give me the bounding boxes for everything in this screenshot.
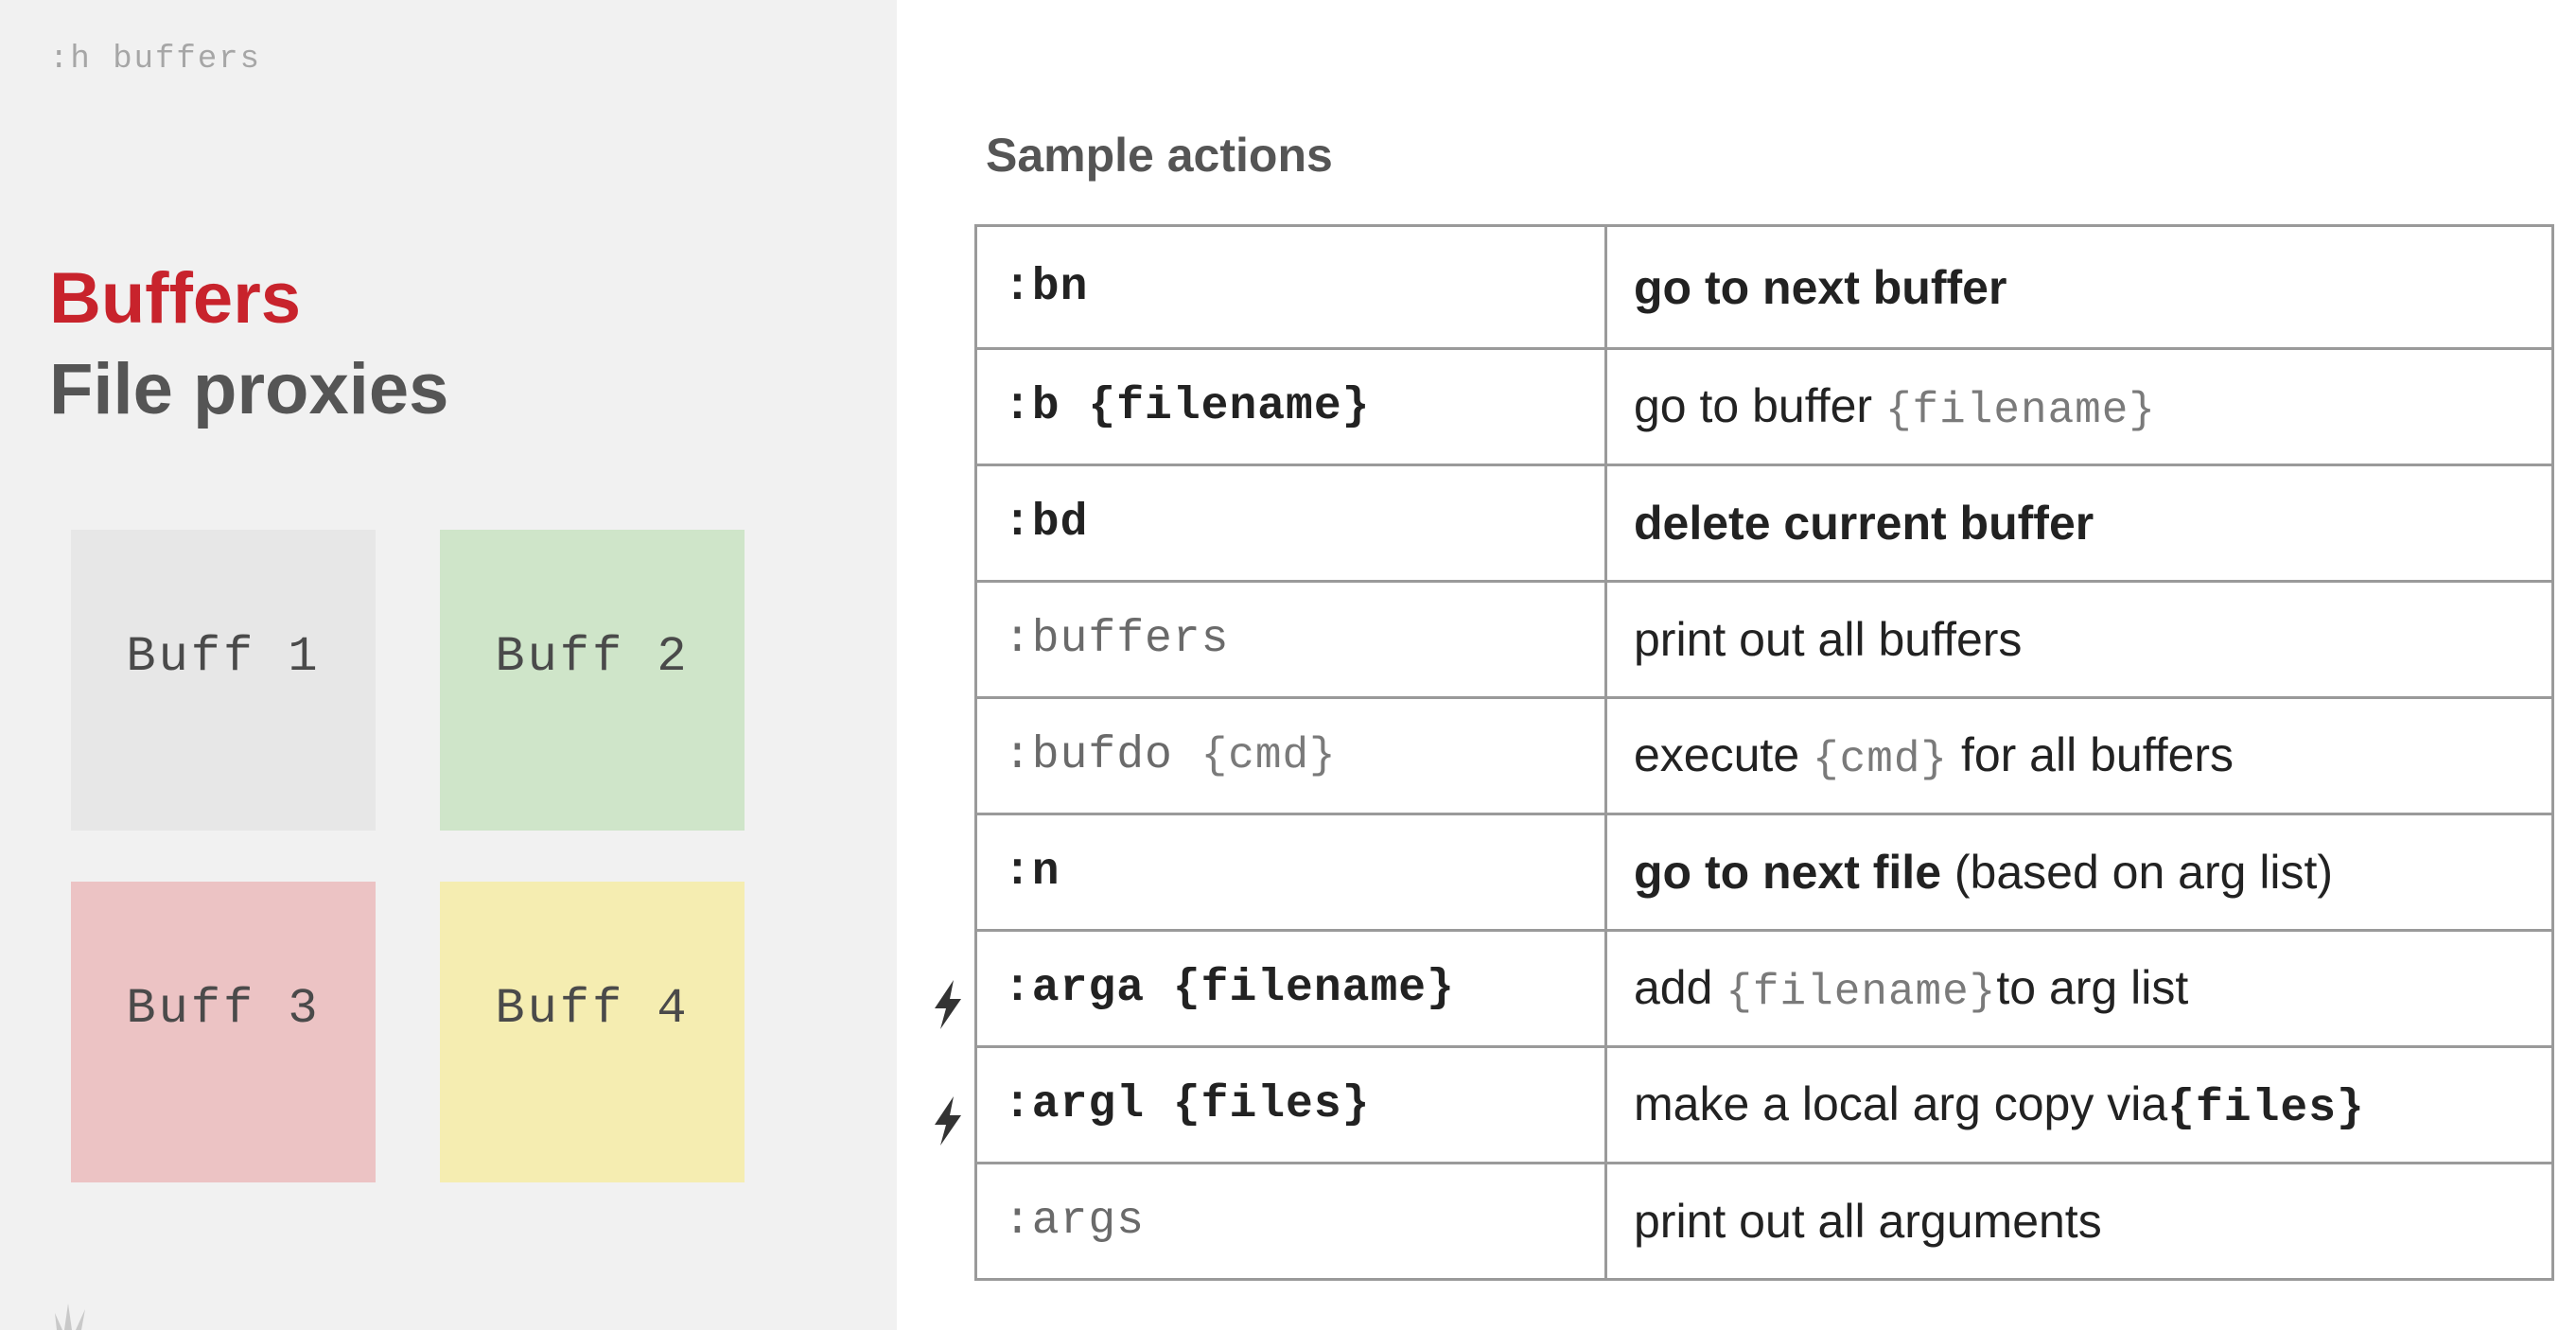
title-primary: Buffers xyxy=(49,258,302,339)
description-text: go to buffer {filename} xyxy=(1634,379,2156,435)
description-text: make a local arg copy via{files} xyxy=(1634,1076,2365,1134)
table-row: :argl {files} make a local arg copy via{… xyxy=(974,1045,2554,1164)
command-prefix: :bufdo xyxy=(1004,730,1201,781)
description-prefix: go to buffer xyxy=(1634,379,1885,432)
command-text: :b {filename} xyxy=(1004,381,1371,432)
table-row: :bd delete current buffer xyxy=(974,464,2554,583)
command-cell: :bn xyxy=(974,224,1607,350)
description-suffix: for all buffers xyxy=(1948,728,2234,781)
command-text: :argl {files} xyxy=(1004,1079,1371,1130)
title-secondary: File proxies xyxy=(49,349,449,429)
command-text: :n xyxy=(1004,847,1060,898)
actions-table: :bn go to next buffer :b {filename} go t… xyxy=(974,224,2554,1281)
description-code: {filename} xyxy=(1726,968,1997,1017)
command-text: :bn xyxy=(1004,261,1089,313)
description-cell: go to buffer {filename} xyxy=(1604,347,2554,466)
description-text: delete current buffer xyxy=(1634,497,2094,550)
description-prefix: execute xyxy=(1634,728,1814,781)
description-bold: go to next file xyxy=(1634,846,1941,899)
command-text: :bd xyxy=(1004,498,1089,549)
description-cell: go to next buffer xyxy=(1604,224,2554,350)
buffer-tile-4: Buff 4 xyxy=(440,882,745,1182)
command-code: {cmd} xyxy=(1200,731,1337,780)
command-text: :bufdo {cmd} xyxy=(1004,730,1337,781)
command-cell: :b {filename} xyxy=(974,347,1607,466)
command-cell: :args xyxy=(974,1162,1607,1281)
page-title: Buffers File proxies xyxy=(49,254,448,435)
table-row: :bn go to next buffer xyxy=(974,224,2554,350)
description-text: print out all buffers xyxy=(1634,613,2023,666)
table-row: :b {filename} go to buffer {filename} xyxy=(974,347,2554,466)
description-text: add {filename}to arg list xyxy=(1634,961,2189,1017)
command-cell: :buffers xyxy=(974,580,1607,699)
left-panel: :h buffers Buffers File proxies Buff 1 B… xyxy=(0,0,897,1330)
logo-icon xyxy=(55,1304,85,1330)
command-cell: :bufdo {cmd} xyxy=(974,696,1607,815)
buffer-tile-2: Buff 2 xyxy=(440,530,745,831)
buffer-tile-3: Buff 3 xyxy=(71,882,376,1182)
buffer-tile-1: Buff 1 xyxy=(71,530,376,831)
command-cell: :bd xyxy=(974,464,1607,583)
description-cell: go to next file (based on arg list) xyxy=(1604,813,2554,932)
command-text: :arga {filename} xyxy=(1004,963,1455,1014)
command-cell: :argl {files} xyxy=(974,1045,1607,1164)
description-text: print out all arguments xyxy=(1634,1195,2102,1248)
description-code: {cmd} xyxy=(1813,735,1949,784)
description-cell: print out all buffers xyxy=(1604,580,2554,699)
description-suffix: to arg list xyxy=(1996,961,2189,1014)
description-cell: print out all arguments xyxy=(1604,1162,2554,1281)
table-row: :buffers print out all buffers xyxy=(974,580,2554,699)
description-cell: delete current buffer xyxy=(1604,464,2554,583)
lightning-bolt-icon xyxy=(935,980,961,1029)
table-row: :args print out all arguments xyxy=(974,1162,2554,1281)
description-suffix: (based on arg list) xyxy=(1941,846,2334,899)
description-code: {files} xyxy=(2167,1082,2365,1134)
command-cell: :arga {filename} xyxy=(974,929,1607,1048)
table-row: :arga {filename} add {filename}to arg li… xyxy=(974,929,2554,1048)
lightning-bolt-icon xyxy=(935,1096,961,1146)
description-prefix: make a local arg copy via xyxy=(1634,1076,2168,1130)
description-prefix: add xyxy=(1634,961,1726,1014)
command-text: :args xyxy=(1004,1196,1146,1247)
description-cell: execute {cmd} for all buffers xyxy=(1604,696,2554,815)
section-title: Sample actions xyxy=(986,129,1333,182)
table-row: :n go to next file (based on arg list) xyxy=(974,813,2554,932)
description-code: {filename} xyxy=(1884,386,2156,435)
description-cell: add {filename}to arg list xyxy=(1604,929,2554,1048)
table-row: :bufdo {cmd} execute {cmd} for all buffe… xyxy=(974,696,2554,815)
help-command: :h buffers xyxy=(49,42,262,78)
description-text: execute {cmd} for all buffers xyxy=(1634,728,2234,784)
command-cell: :n xyxy=(974,813,1607,932)
command-text: :buffers xyxy=(1004,614,1230,665)
description-text: go to next buffer xyxy=(1634,260,2007,314)
description-cell: make a local arg copy via{files} xyxy=(1604,1045,2554,1164)
description-text: go to next file (based on arg list) xyxy=(1634,846,2333,899)
